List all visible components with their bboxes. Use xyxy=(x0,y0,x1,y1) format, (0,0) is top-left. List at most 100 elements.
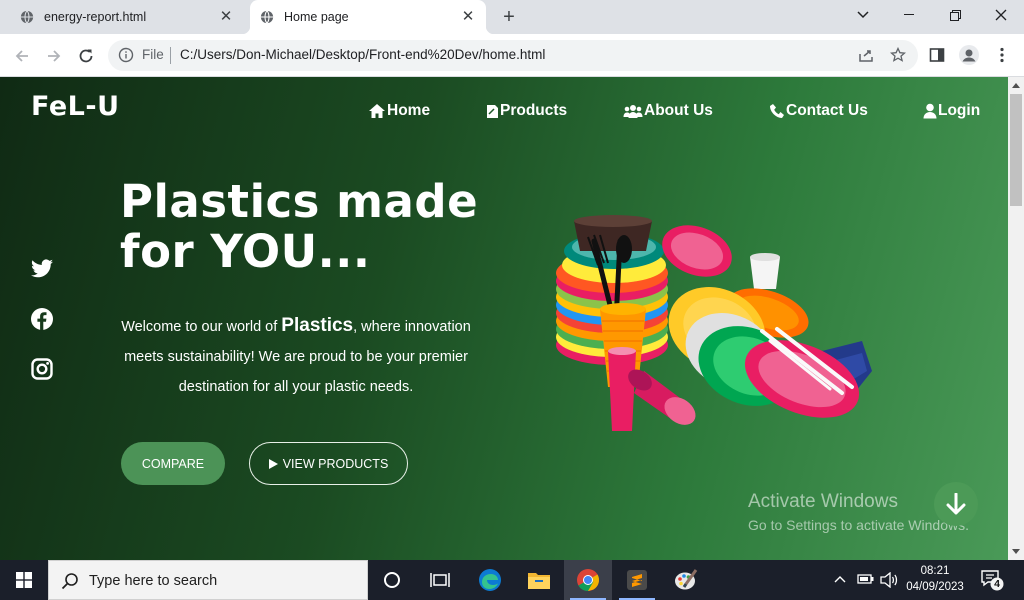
kebab-menu-icon xyxy=(1000,47,1004,63)
home-icon xyxy=(369,104,385,118)
nav-label: Login xyxy=(938,102,981,119)
info-icon[interactable] xyxy=(118,47,134,63)
watermark-subtitle: Go to Settings to activate Windows. xyxy=(748,517,969,533)
search-placeholder: Type here to search xyxy=(89,573,218,589)
minimize-button[interactable] xyxy=(886,0,932,30)
tab-strip: energy-report.html ✕ Home page ✕ + xyxy=(0,0,1024,34)
close-window-button[interactable] xyxy=(978,0,1024,30)
taskbar-paint[interactable] xyxy=(662,560,710,600)
system-clock[interactable]: 08:21 04/09/2023 xyxy=(902,563,968,595)
arrow-left-icon xyxy=(15,50,28,62)
web-page: FeL-U Home Products About Us Contact Us … xyxy=(0,77,1008,560)
nav-label: Products xyxy=(500,102,568,119)
screen: energy-report.html ✕ Home page ✕ + File … xyxy=(0,0,1024,600)
divider xyxy=(170,47,171,64)
chevron-up-icon[interactable] xyxy=(834,574,846,584)
tab-energy-report[interactable]: energy-report.html ✕ xyxy=(0,0,244,34)
back-button[interactable] xyxy=(9,43,35,69)
arrow-right-icon xyxy=(48,50,61,62)
nav-login[interactable]: Login xyxy=(923,102,980,120)
compare-button[interactable]: COMPARE xyxy=(121,442,225,485)
search-icon xyxy=(61,573,78,590)
restore-button[interactable] xyxy=(932,0,978,30)
new-tab-button[interactable]: + xyxy=(497,6,521,28)
taskbar-chrome[interactable] xyxy=(564,560,612,600)
reload-button[interactable] xyxy=(73,43,99,69)
globe-icon xyxy=(260,10,274,24)
arrow-down-icon xyxy=(946,493,966,515)
circle-icon xyxy=(384,572,400,588)
brand-logo[interactable]: FeL-U xyxy=(31,91,120,122)
sublime-text-icon xyxy=(627,570,647,590)
scroll-up-arrow-icon[interactable] xyxy=(1012,83,1020,88)
nav-contact-us[interactable]: Contact Us xyxy=(769,102,868,120)
hero-text-highlight: Plastics xyxy=(281,315,354,336)
minimize-icon xyxy=(904,14,914,15)
nav-home[interactable]: Home xyxy=(368,102,430,120)
nav-about-us[interactable]: About Us xyxy=(623,102,713,120)
cortana-button[interactable] xyxy=(368,560,416,600)
close-tab-icon[interactable]: ✕ xyxy=(460,9,476,25)
task-view-button[interactable] xyxy=(416,560,464,600)
instagram-icon[interactable] xyxy=(30,357,54,381)
close-tab-icon[interactable]: ✕ xyxy=(218,9,234,25)
hero-text-part: Welcome to our world of xyxy=(121,319,282,335)
nav-label: Home xyxy=(387,102,431,119)
scrollbar-thumb[interactable] xyxy=(1010,94,1022,206)
reload-icon xyxy=(79,49,93,63)
folder-icon xyxy=(528,573,550,589)
hero-description: Welcome to our world of Plastics, where … xyxy=(120,311,472,402)
avatar-icon xyxy=(959,45,979,65)
start-button[interactable] xyxy=(0,560,48,600)
tab-title: Home page xyxy=(284,10,349,24)
profile-button[interactable] xyxy=(957,43,981,67)
notification-center-button[interactable]: 4 xyxy=(980,568,1004,592)
url-scheme-label: File xyxy=(142,47,164,62)
notification-count: 4 xyxy=(994,578,1000,590)
plastic-tableware-image xyxy=(556,215,872,431)
play-icon xyxy=(268,458,278,469)
user-icon xyxy=(923,103,937,119)
hero-title-line: for YOU... xyxy=(120,225,371,278)
edge-icon xyxy=(479,569,501,591)
side-panel-button[interactable] xyxy=(925,43,949,67)
forward-button[interactable] xyxy=(41,43,67,69)
address-bar[interactable]: File C:/Users/Don-Michael/Desktop/Front-… xyxy=(108,40,918,71)
nav-products[interactable]: Products xyxy=(486,102,567,120)
windows-logo-icon xyxy=(16,572,32,588)
windows-taskbar: Type here to search 08:21 04/09/2023 4 xyxy=(0,560,1024,600)
users-icon xyxy=(623,104,643,118)
tab-search-button[interactable] xyxy=(840,0,886,30)
task-view-icon xyxy=(430,573,450,587)
tab-title: energy-report.html xyxy=(44,10,147,24)
taskbar-edge[interactable] xyxy=(466,560,514,600)
nav-label: About Us xyxy=(644,102,713,119)
hero-title: Plastics made for YOU... xyxy=(120,177,500,277)
twitter-icon[interactable] xyxy=(30,257,54,281)
taskbar-search-box[interactable]: Type here to search xyxy=(48,560,368,600)
close-icon xyxy=(995,9,1007,21)
share-icon[interactable] xyxy=(858,47,874,63)
taskbar-sublime-text[interactable] xyxy=(613,560,661,600)
clock-time: 08:21 xyxy=(920,565,950,577)
scroll-down-arrow-icon[interactable] xyxy=(1012,549,1020,554)
star-icon[interactable] xyxy=(890,47,906,63)
tab-home-page[interactable]: Home page ✕ xyxy=(250,0,486,34)
side-panel-icon xyxy=(929,48,945,62)
button-label: COMPARE xyxy=(141,456,205,471)
clock-date: 04/09/2023 xyxy=(906,581,964,593)
volume-icon[interactable] xyxy=(880,572,898,588)
restore-icon xyxy=(949,9,961,21)
taskbar-file-explorer[interactable] xyxy=(515,560,563,600)
facebook-icon[interactable] xyxy=(30,307,54,331)
url-text[interactable]: C:/Users/Don-Michael/Desktop/Front-end%2… xyxy=(180,47,545,62)
paint-icon xyxy=(675,569,698,590)
vertical-scrollbar[interactable] xyxy=(1008,77,1024,560)
view-products-button[interactable]: VIEW PRODUCTS xyxy=(249,442,408,485)
scroll-down-button[interactable] xyxy=(934,482,978,526)
products-icon xyxy=(487,104,498,118)
menu-button[interactable] xyxy=(990,43,1014,67)
battery-icon[interactable] xyxy=(857,573,875,585)
globe-icon xyxy=(20,10,34,24)
browser-toolbar: File C:/Users/Don-Michael/Desktop/Front-… xyxy=(0,34,1024,77)
